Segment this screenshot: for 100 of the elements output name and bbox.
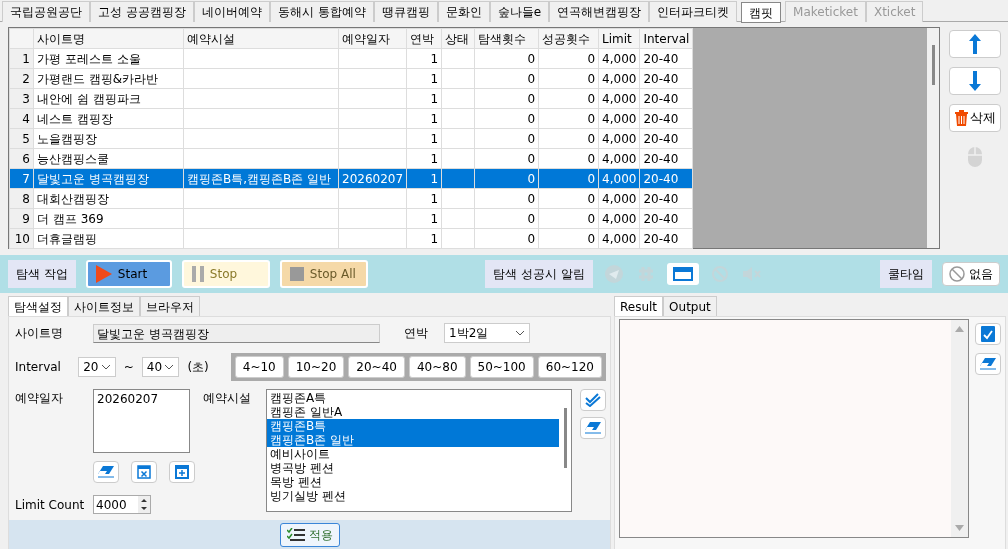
remove-date-button[interactable] xyxy=(131,461,157,483)
column-header[interactable]: 사이트명 xyxy=(33,28,184,49)
table-row[interactable]: 9 더 캠프 369 1 0 0 4,000 20-40 xyxy=(9,208,693,229)
table-cell: 0 xyxy=(587,111,596,126)
table-row[interactable]: 1 가평 포레스트 소울 1 0 0 4,000 20-40 xyxy=(9,48,693,69)
panel-tab[interactable]: Output xyxy=(663,296,717,316)
table-cell: 0 xyxy=(527,91,536,106)
table-cell: 4,000 xyxy=(602,71,637,86)
cooltime-button[interactable]: 없음 xyxy=(942,262,1000,286)
table-cell: 달빛고운 병곡캠핑장 xyxy=(37,171,149,186)
column-header[interactable]: 탐색횟수 xyxy=(474,28,539,49)
site-tab[interactable]: 연곡해변캠핑장 xyxy=(549,1,650,22)
stop-button[interactable]: Stop xyxy=(181,260,270,288)
preset-button[interactable]: 40~80 xyxy=(408,356,466,378)
scrollbar[interactable] xyxy=(951,320,968,537)
list-item[interactable]: 빙기실방 펜션 xyxy=(267,489,559,503)
preset-button[interactable]: 4~10 xyxy=(234,356,284,378)
table-cell: 1 xyxy=(430,91,439,106)
list-item[interactable]: 예비사이트 xyxy=(267,447,559,461)
clipboard-check-button[interactable] xyxy=(975,323,1001,345)
panel-tab[interactable]: 사이트정보 xyxy=(68,296,140,316)
delete-button[interactable]: 삭제 xyxy=(949,104,1001,132)
table-row[interactable]: 8 대회산캠핑장 1 0 0 4,000 20-40 xyxy=(9,188,693,209)
field-label: Interval xyxy=(15,359,62,376)
unit-label: (초) xyxy=(187,359,209,376)
facility-list[interactable]: 캠핑존A특 캠핑존 일반A 캠핑존B특 캠핑존B존 일반 예비사이트 병곡방 펜션 목방 펜션 빙기실방 펜션 xyxy=(266,389,572,512)
table-cell: 20-40 xyxy=(643,111,679,126)
preset-button[interactable]: 10~20 xyxy=(287,356,345,378)
move-up-button[interactable] xyxy=(949,30,1001,58)
eraser-button[interactable] xyxy=(93,461,119,483)
site-tab[interactable]: 동해시 통합예약 xyxy=(269,1,374,22)
column-header[interactable]: 연박 xyxy=(406,28,442,49)
column-header[interactable]: 성공횟수 xyxy=(538,28,599,49)
site-tab[interactable]: 국립공원공단 xyxy=(2,1,90,22)
panel-tab[interactable]: Result xyxy=(614,296,664,316)
field-label: 예약일자 xyxy=(15,390,64,407)
start-button[interactable]: Start xyxy=(85,260,172,288)
eraser-button[interactable] xyxy=(580,417,606,439)
table-cell: 1 xyxy=(430,231,439,246)
column-header[interactable]: 예약시설 xyxy=(183,28,339,49)
table-row[interactable]: 3 내안에 쉼 캠핑파크 1 0 0 4,000 20-40 xyxy=(9,88,693,109)
list-item[interactable]: 목방 펜션 xyxy=(267,475,559,489)
table-row[interactable]: 2 가평랜드 캠핑&카라반 1 0 0 4,000 20-40 xyxy=(9,68,693,89)
preset-button[interactable]: 20~40 xyxy=(348,356,405,378)
site-name-field[interactable]: 달빛고운 병곡캠핑장 xyxy=(93,323,380,343)
date-list-field[interactable]: 20260207 xyxy=(93,389,190,453)
checklist-icon xyxy=(286,527,305,542)
select-all-button[interactable] xyxy=(580,389,606,411)
field-label: 연박 xyxy=(404,325,428,342)
table-row[interactable]: 6 능산캠핑스쿨 1 0 0 4,000 20-40 xyxy=(9,148,693,169)
table-cell: 0 xyxy=(587,51,596,66)
column-header[interactable]: 상태 xyxy=(441,28,475,49)
column-header[interactable]: Limit xyxy=(598,28,640,49)
table-cell: 4,000 xyxy=(602,211,637,226)
column-header[interactable]: 예약일자 xyxy=(338,28,407,49)
site-tab[interactable]: 인터파크티켓 xyxy=(649,1,738,22)
nights-dropdown[interactable]: 1박2일 xyxy=(444,323,530,343)
site-tab[interactable]: 고성 공공캠핑장 xyxy=(90,1,194,22)
block-icon xyxy=(949,266,965,282)
site-tab[interactable]: 캠핏 xyxy=(741,2,782,23)
row-number: 10 xyxy=(9,228,34,249)
column-header[interactable]: Interval xyxy=(639,28,693,49)
clipboard-check-icon xyxy=(981,326,995,342)
list-item[interactable]: 캠핑존A특 xyxy=(267,391,559,405)
limit-count-field[interactable]: 4000 xyxy=(93,495,151,514)
move-down-button[interactable] xyxy=(949,67,1001,95)
panel-tab[interactable]: 탐색설정 xyxy=(8,296,68,316)
eraser-icon xyxy=(980,358,996,370)
list-item[interactable]: 캠핑존 일반A xyxy=(267,405,559,419)
table-row[interactable]: 5 노을캠핑장 1 0 0 4,000 20-40 xyxy=(9,128,693,149)
panel-tab[interactable]: 브라우저 xyxy=(140,296,200,316)
scrollbar[interactable] xyxy=(927,28,939,248)
eraser-button[interactable] xyxy=(975,353,1001,375)
apply-button[interactable]: 적용 xyxy=(279,522,340,547)
site-tab[interactable]: 땡큐캠핑 xyxy=(373,1,438,22)
scroll-arrow-icon xyxy=(955,326,964,332)
field-label: 사이트명 xyxy=(15,325,64,342)
interval-from-dropdown[interactable]: 20 xyxy=(78,357,116,377)
preset-button[interactable]: 60~120 xyxy=(537,356,602,378)
site-tab[interactable]: 숲나들e xyxy=(489,1,550,22)
table-cell: 캠핑존B특,캠핑존B존 일반 xyxy=(187,171,332,186)
add-date-button[interactable] xyxy=(169,461,195,483)
table-cell: 가평 포레스트 소울 xyxy=(37,51,141,66)
table-cell: 1 xyxy=(430,151,439,166)
site-tab[interactable]: 네이버예약 xyxy=(193,1,270,22)
table-row[interactable]: 7 달빛고운 병곡캠핑장 캠핑존B특,캠핑존B존 일반 20260207 1 0 0 4,000 20-40 xyxy=(9,168,693,189)
site-tab[interactable]: 문화인 xyxy=(437,1,490,22)
list-item[interactable]: 캠핑존B존 일반 xyxy=(267,433,559,447)
preset-button[interactable]: 50~100 xyxy=(469,356,534,378)
list-item[interactable]: 캠핑존B특 xyxy=(267,419,559,433)
row-number: 7 xyxy=(9,168,34,189)
interval-to-dropdown[interactable]: 40 xyxy=(141,357,180,377)
window-toggle-button[interactable] xyxy=(666,263,699,285)
table-row[interactable]: 4 네스트 캠핑장 1 0 0 4,000 20-40 xyxy=(9,108,693,129)
row-number: 8 xyxy=(9,188,34,209)
table-row[interactable]: 10 더휴글램핑 1 0 0 4,000 20-40 xyxy=(9,228,693,249)
list-item[interactable]: 병곡방 펜션 xyxy=(267,461,559,475)
caret-icon xyxy=(100,364,111,370)
table-cell: 0 xyxy=(527,211,536,226)
stopall-button[interactable]: Stop All xyxy=(279,260,368,288)
